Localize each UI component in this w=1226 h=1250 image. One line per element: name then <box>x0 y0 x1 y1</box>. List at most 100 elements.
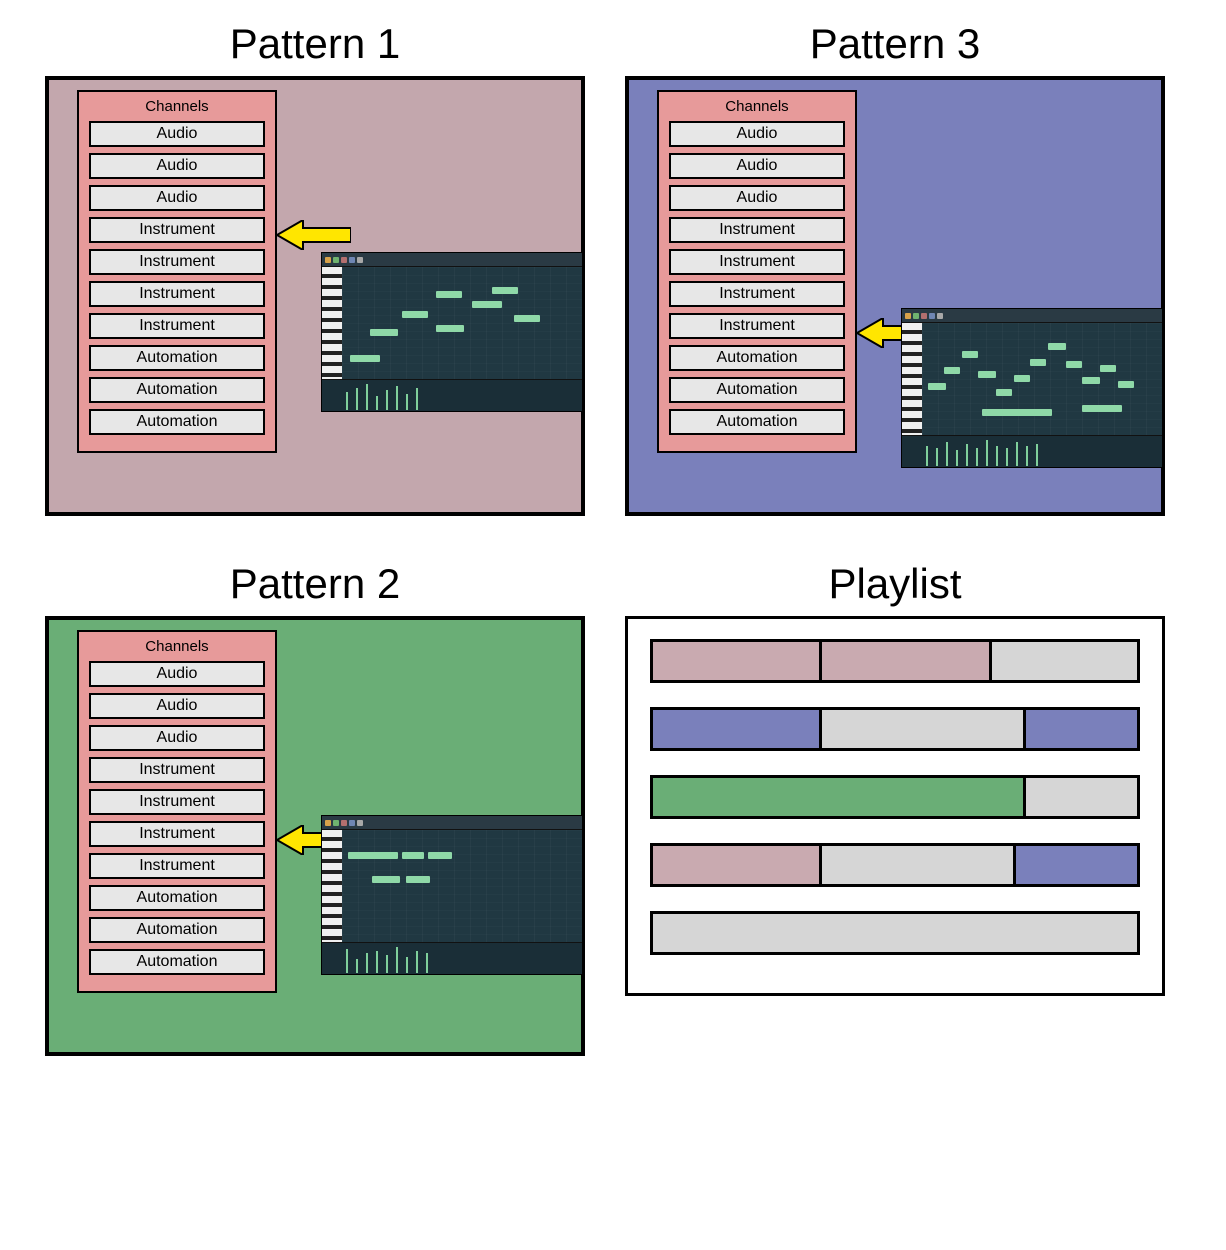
channel-audio[interactable]: Audio <box>669 185 845 211</box>
midi-note[interactable] <box>372 876 400 883</box>
midi-note[interactable] <box>428 852 452 859</box>
channel-audio[interactable]: Audio <box>669 153 845 179</box>
velocity-bar[interactable] <box>956 450 958 466</box>
midi-note[interactable] <box>1118 381 1134 388</box>
midi-note[interactable] <box>436 325 464 332</box>
midi-note[interactable] <box>402 311 428 318</box>
midi-note[interactable] <box>492 287 518 294</box>
midi-note[interactable] <box>472 301 502 308</box>
channel-audio[interactable]: Audio <box>89 121 265 147</box>
velocity-bar[interactable] <box>396 386 398 410</box>
velocity-bar[interactable] <box>926 446 928 466</box>
midi-note[interactable] <box>436 291 462 298</box>
midi-note[interactable] <box>978 371 996 378</box>
piano-roll[interactable] <box>321 252 583 412</box>
velocity-bar[interactable] <box>386 390 388 410</box>
velocity-bar[interactable] <box>1036 444 1038 466</box>
clip-segment[interactable] <box>653 914 1137 952</box>
playlist-track[interactable] <box>650 639 1140 683</box>
midi-note[interactable] <box>1082 405 1122 412</box>
velocity-bar[interactable] <box>356 388 358 410</box>
channel-automation[interactable]: Automation <box>89 345 265 371</box>
midi-note[interactable] <box>1066 361 1082 368</box>
channel-audio[interactable]: Audio <box>669 121 845 147</box>
channel-automation[interactable]: Automation <box>669 377 845 403</box>
piano-roll[interactable] <box>321 815 583 975</box>
piano-roll-grid[interactable] <box>922 323 1162 435</box>
channel-audio[interactable]: Audio <box>89 185 265 211</box>
channel-audio[interactable]: Audio <box>89 725 265 751</box>
channel-automation[interactable]: Automation <box>669 409 845 435</box>
velocity-bar[interactable] <box>406 957 408 973</box>
velocity-bar[interactable] <box>366 384 368 410</box>
midi-note[interactable] <box>1014 375 1030 382</box>
clip-segment[interactable] <box>822 846 1016 884</box>
channel-instrument[interactable]: Instrument <box>89 249 265 275</box>
midi-note[interactable] <box>1082 377 1100 384</box>
velocity-bar[interactable] <box>936 448 938 466</box>
midi-note[interactable] <box>996 389 1012 396</box>
channel-instrument[interactable]: Instrument <box>89 821 265 847</box>
velocity-bar[interactable] <box>396 947 398 973</box>
channel-instrument[interactable]: Instrument <box>89 757 265 783</box>
playlist-track[interactable] <box>650 843 1140 887</box>
clip-segment[interactable] <box>1026 778 1137 816</box>
velocity-bar[interactable] <box>376 951 378 973</box>
midi-note[interactable] <box>962 351 978 358</box>
channel-automation[interactable]: Automation <box>89 917 265 943</box>
channel-automation[interactable]: Automation <box>669 345 845 371</box>
clip-segment[interactable] <box>992 642 1137 680</box>
velocity-lane[interactable] <box>322 379 582 412</box>
midi-note[interactable] <box>374 852 398 859</box>
channel-instrument[interactable]: Instrument <box>89 313 265 339</box>
velocity-bar[interactable] <box>986 440 988 466</box>
clip-segment[interactable] <box>653 642 822 680</box>
velocity-bar[interactable] <box>1006 448 1008 466</box>
channel-instrument[interactable]: Instrument <box>669 313 845 339</box>
playlist-track[interactable] <box>650 775 1140 819</box>
clip-segment[interactable] <box>822 642 991 680</box>
velocity-bar[interactable] <box>416 951 418 973</box>
velocity-bar[interactable] <box>1026 446 1028 466</box>
velocity-bar[interactable] <box>346 949 348 973</box>
clip-segment[interactable] <box>1026 710 1137 748</box>
midi-note[interactable] <box>514 315 540 322</box>
channel-instrument[interactable]: Instrument <box>89 789 265 815</box>
clip-segment[interactable] <box>822 710 1025 748</box>
channel-instrument[interactable]: Instrument <box>669 281 845 307</box>
midi-note[interactable] <box>928 383 946 390</box>
clip-segment[interactable] <box>1016 846 1137 884</box>
channel-instrument[interactable]: Instrument <box>89 281 265 307</box>
velocity-bar[interactable] <box>356 959 358 973</box>
midi-note[interactable] <box>350 355 380 362</box>
midi-note[interactable] <box>402 852 424 859</box>
channel-audio[interactable]: Audio <box>89 153 265 179</box>
velocity-bar[interactable] <box>366 953 368 973</box>
channel-instrument[interactable]: Instrument <box>669 217 845 243</box>
velocity-bar[interactable] <box>946 442 948 466</box>
velocity-bar[interactable] <box>996 446 998 466</box>
velocity-bar[interactable] <box>426 953 428 973</box>
channel-automation[interactable]: Automation <box>89 377 265 403</box>
midi-note[interactable] <box>1048 343 1066 350</box>
velocity-bar[interactable] <box>966 444 968 466</box>
channel-instrument[interactable]: Instrument <box>89 217 265 243</box>
velocity-bar[interactable] <box>976 448 978 466</box>
channel-automation[interactable]: Automation <box>89 885 265 911</box>
midi-note[interactable] <box>1030 359 1046 366</box>
piano-roll[interactable] <box>901 308 1163 468</box>
velocity-bar[interactable] <box>416 388 418 410</box>
piano-roll-grid[interactable] <box>342 267 582 379</box>
midi-note[interactable] <box>1100 365 1116 372</box>
clip-segment[interactable] <box>653 846 822 884</box>
velocity-bar[interactable] <box>1016 442 1018 466</box>
velocity-lane[interactable] <box>322 942 582 975</box>
velocity-lane[interactable] <box>902 435 1162 468</box>
channel-automation[interactable]: Automation <box>89 949 265 975</box>
midi-note[interactable] <box>348 852 376 859</box>
velocity-bar[interactable] <box>386 955 388 973</box>
channel-audio[interactable]: Audio <box>89 661 265 687</box>
midi-note[interactable] <box>370 329 398 336</box>
channel-instrument[interactable]: Instrument <box>89 853 265 879</box>
piano-roll-grid[interactable] <box>342 830 582 942</box>
